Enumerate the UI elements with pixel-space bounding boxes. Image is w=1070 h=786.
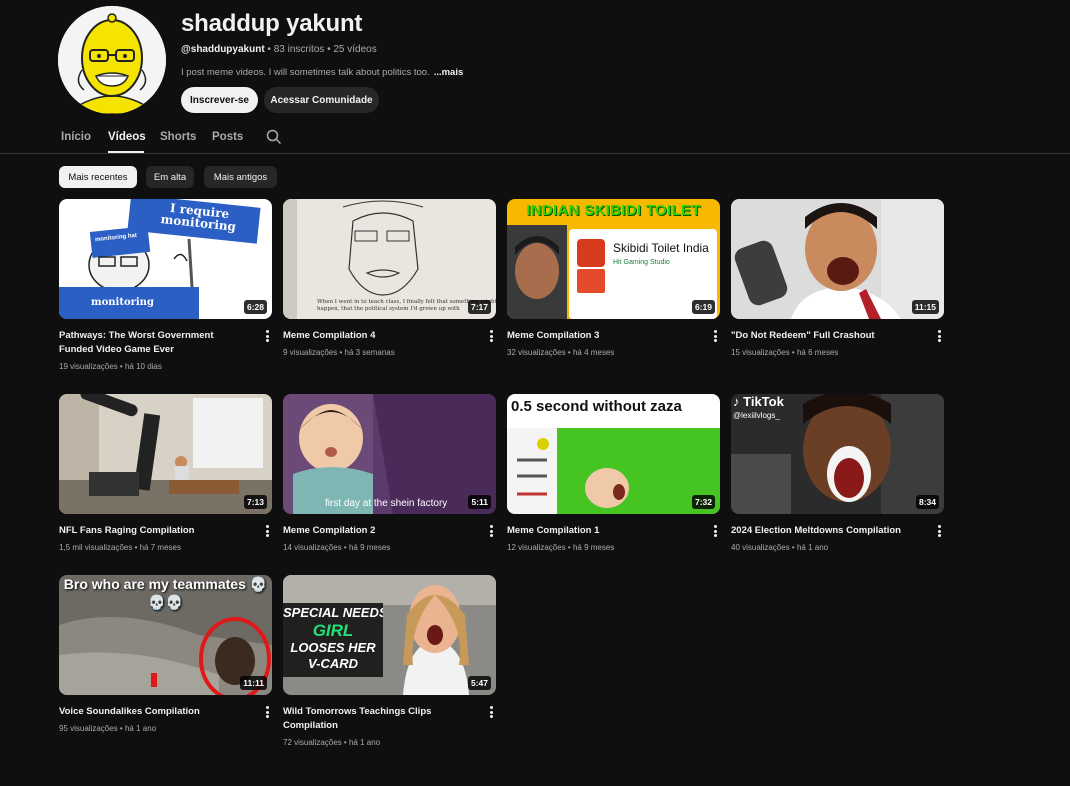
- video-meta: 32 visualizações • há 4 meses: [507, 348, 615, 357]
- video-duration: 5:47: [467, 676, 491, 690]
- video-title[interactable]: Meme Compilation 4: [283, 329, 473, 343]
- video-thumbnail[interactable]: 0.5 second without zaza 7:32: [507, 394, 720, 514]
- video-thumbnail[interactable]: INDIAN SKIBIDI TOILET Skibidi Toilet Ind…: [507, 199, 720, 319]
- video-title[interactable]: Wild Tomorrows Teachings Clips Compilati…: [283, 705, 473, 732]
- chip-newest[interactable]: Mais recentes: [59, 166, 137, 188]
- more-options-icon[interactable]: [264, 525, 270, 537]
- video-card[interactable]: 11:15 "Do Not Redeem" Full Crashout 15 v…: [731, 199, 944, 357]
- video-duration: 7:32: [691, 495, 715, 509]
- more-options-icon[interactable]: [488, 330, 494, 342]
- video-meta: 40 visualizações • há 1 ano: [731, 543, 829, 552]
- thumbnail-caption: Bro who are my teammates 💀💀💀: [63, 576, 268, 610]
- video-meta: 95 visualizações • há 1 ano: [59, 724, 157, 733]
- search-icon[interactable]: [266, 129, 282, 145]
- thumbnail-app-name: Skibidi Toilet India: [613, 241, 709, 255]
- video-card[interactable]: When I went in to teach class, I finally…: [283, 199, 496, 357]
- video-title[interactable]: 2024 Election Meltdowns Compilation: [731, 524, 921, 538]
- video-duration: 11:15: [911, 300, 939, 314]
- channel-page: shaddup yakunt @shaddupyakunt • 83 inscr…: [0, 0, 1070, 786]
- thumbnail-caption-3: LOOSES HER V-CARD: [290, 640, 376, 671]
- video-duration: 7:17: [467, 300, 491, 314]
- more-options-icon[interactable]: [936, 525, 942, 537]
- tab-shorts[interactable]: Shorts: [160, 131, 196, 143]
- video-title[interactable]: Voice Soundalikes Compilation: [59, 705, 249, 719]
- video-duration: 6:19: [691, 300, 715, 314]
- video-duration: 6:28: [243, 300, 267, 314]
- video-card[interactable]: INDIAN SKIBIDI TOILET Skibidi Toilet Ind…: [507, 199, 720, 357]
- more-options-icon[interactable]: [488, 525, 494, 537]
- thumbnail-caption: 0.5 second without zaza: [511, 398, 682, 415]
- tab-posts[interactable]: Posts: [212, 131, 243, 143]
- tiktok-label: TikTok: [743, 394, 784, 409]
- video-duration: 7:13: [243, 495, 267, 509]
- video-card[interactable]: Bro who are my teammates 💀💀💀 11:11 Voice…: [59, 575, 272, 733]
- thumbnail-caption: SPECIAL NEEDS: [283, 605, 383, 620]
- thumbnail-studio: Hit Gaming Studio: [613, 259, 670, 266]
- video-thumbnail[interactable]: I require monitoring monitoring hat moni…: [59, 199, 272, 319]
- chip-popular[interactable]: Em alta: [146, 166, 194, 188]
- thumbnail-caption: ♪ TikTok: [733, 394, 784, 409]
- thumbnail-caption: first day at the shein factory: [325, 498, 448, 509]
- video-thumbnail[interactable]: ♪ TikTok @lexiilvlogs_ 8:34: [731, 394, 944, 514]
- video-thumbnail[interactable]: first day at the shein factory 5:11: [283, 394, 496, 514]
- channel-counts: • 83 inscritos • 25 vídeos: [264, 44, 377, 55]
- video-thumbnail[interactable]: 7:13: [59, 394, 272, 514]
- video-meta: 14 visualizações • há 9 meses: [283, 543, 391, 552]
- video-title[interactable]: Meme Compilation 3: [507, 329, 697, 343]
- thumbnail-handle: @lexiilvlogs_: [733, 411, 780, 420]
- more-options-icon[interactable]: [712, 330, 718, 342]
- channel-tabs: Início Vídeos Shorts Posts: [0, 124, 1070, 154]
- chip-oldest[interactable]: Mais antigos: [204, 166, 277, 188]
- thumbnail-caption-2: GIRL: [312, 621, 354, 640]
- video-card[interactable]: 7:13 NFL Fans Raging Compilation 1,5 mil…: [59, 394, 272, 552]
- video-duration: 8:34: [915, 495, 939, 509]
- video-title[interactable]: NFL Fans Raging Compilation: [59, 524, 249, 538]
- channel-name: shaddup yakunt: [181, 10, 363, 37]
- tab-videos[interactable]: Vídeos: [108, 131, 146, 143]
- video-meta: 19 visualizações • há 10 dias: [59, 362, 162, 371]
- video-title[interactable]: Pathways: The Worst Government Funded Vi…: [59, 329, 249, 356]
- video-title[interactable]: "Do Not Redeem" Full Crashout: [731, 329, 921, 343]
- more-options-icon[interactable]: [712, 525, 718, 537]
- channel-handle: @shaddupyakunt: [181, 44, 265, 55]
- more-options-icon[interactable]: [488, 706, 494, 718]
- more-options-icon[interactable]: [264, 330, 270, 342]
- active-tab-indicator: [108, 151, 144, 153]
- tab-home[interactable]: Início: [61, 131, 91, 143]
- video-card[interactable]: I require monitoring monitoring hat moni…: [59, 199, 272, 371]
- thumbnail-caption: INDIAN SKIBIDI TOILET: [526, 202, 701, 219]
- subscribe-button[interactable]: Inscrever-se: [181, 87, 258, 113]
- video-title[interactable]: Meme Compilation 2: [283, 524, 473, 538]
- video-card[interactable]: ♪ TikTok @lexiilvlogs_ 8:34 2024 Electio…: [731, 394, 944, 552]
- more-options-icon[interactable]: [264, 706, 270, 718]
- community-button[interactable]: Acessar Comunidade: [264, 87, 379, 113]
- video-meta: 12 visualizações • há 9 meses: [507, 543, 615, 552]
- video-duration: 5:11: [468, 495, 491, 509]
- video-card[interactable]: SPECIAL NEEDS GIRL LOOSES HER V-CARD 5:4…: [283, 575, 496, 747]
- video-card[interactable]: 0.5 second without zaza 7:32 Meme Compil…: [507, 394, 720, 552]
- video-title[interactable]: Meme Compilation 1: [507, 524, 697, 538]
- thumbnail-banner: monitoring: [91, 297, 154, 308]
- tiktok-icon: ♪: [733, 394, 744, 409]
- video-meta: 72 visualizações • há 1 ano: [283, 738, 381, 747]
- video-duration: 11:11: [240, 676, 267, 690]
- video-meta: 15 visualizações • há 6 meses: [731, 348, 839, 357]
- description-text: I post meme videos. I will sometimes tal…: [181, 67, 430, 78]
- video-meta: 1,5 mil visualizações • há 7 meses: [59, 543, 181, 552]
- channel-avatar[interactable]: [58, 6, 166, 114]
- video-thumbnail[interactable]: When I went in to teach class, I finally…: [283, 199, 496, 319]
- channel-stats: @shaddupyakunt • 83 inscritos • 25 vídeo…: [181, 44, 377, 55]
- video-thumbnail[interactable]: 11:15: [731, 199, 944, 319]
- video-thumbnail[interactable]: SPECIAL NEEDS GIRL LOOSES HER V-CARD 5:4…: [283, 575, 496, 695]
- video-thumbnail[interactable]: Bro who are my teammates 💀💀💀 11:11: [59, 575, 272, 695]
- video-card[interactable]: first day at the shein factory 5:11 Meme…: [283, 394, 496, 552]
- channel-description[interactable]: I post meme videos. I will sometimes tal…: [181, 67, 463, 78]
- more-link[interactable]: ...mais: [434, 67, 464, 78]
- more-options-icon[interactable]: [936, 330, 942, 342]
- video-meta: 9 visualizações • há 3 semanas: [283, 348, 395, 357]
